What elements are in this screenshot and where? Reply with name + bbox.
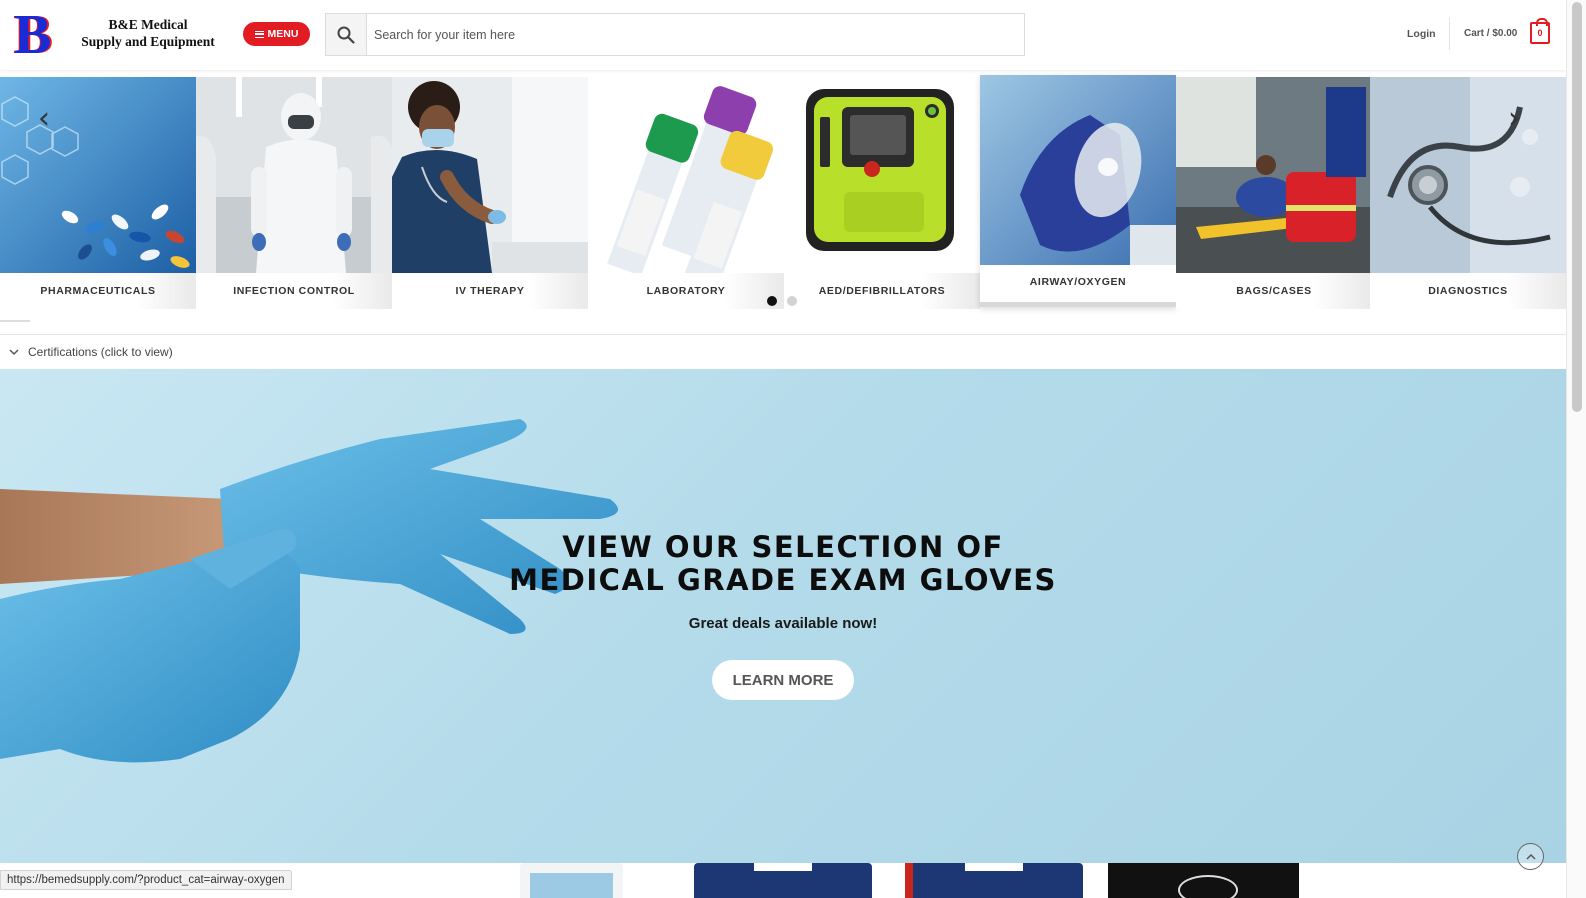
slider-dot-1[interactable] — [767, 296, 777, 306]
category-image-pharmaceuticals — [0, 77, 196, 273]
logo-letter: B — [14, 4, 52, 66]
search-button[interactable] — [326, 14, 367, 55]
chevron-up-icon — [1525, 853, 1536, 860]
learn-more-button[interactable]: LEARN MORE — [712, 660, 854, 700]
header-divider — [1449, 18, 1450, 50]
banner-title: VIEW OUR SELECTION OF MEDICAL GRADE EXAM… — [443, 531, 1123, 597]
category-label: AIRWAY/OXYGEN — [980, 265, 1176, 299]
category-card-infection-control[interactable]: INFECTION CONTROL — [196, 77, 392, 309]
login-link[interactable]: Login — [1407, 28, 1436, 40]
back-to-top-button[interactable] — [1517, 843, 1544, 870]
category-image-aed — [784, 77, 980, 273]
category-card-iv-therapy[interactable]: IV THERAPY — [392, 77, 588, 309]
search-bar — [325, 13, 1025, 56]
site-header: B B&E MedicalSupply and Equipment MENU L… — [0, 0, 1566, 70]
category-image-bags-cases — [1176, 77, 1372, 273]
certifications-toggle[interactable]: Certifications (click to view) — [0, 334, 1566, 369]
category-card-laboratory[interactable]: LABORATORY — [588, 77, 784, 309]
category-card-diagnostics[interactable]: DIAGNOSTICS — [1370, 77, 1566, 309]
category-label: DIAGNOSTICS — [1370, 273, 1566, 309]
product-peek-3[interactable] — [905, 863, 1083, 898]
category-card-bags-cases[interactable]: BAGS/CASES — [1176, 77, 1372, 309]
category-card-aed-defibrillators[interactable]: AED/DEFIBRILLATORS — [784, 77, 980, 309]
slider-next-arrow[interactable]: › — [1508, 101, 1520, 136]
product-peek-1[interactable] — [520, 863, 623, 898]
slider-dots — [767, 296, 797, 306]
slider-prev-arrow[interactable]: ‹ — [38, 101, 50, 136]
product-peek-2[interactable] — [694, 863, 872, 898]
slider-scroll-indicator — [0, 320, 30, 322]
menu-button[interactable]: MENU — [243, 22, 310, 46]
category-label: AED/DEFIBRILLATORS — [784, 273, 980, 309]
category-image-infection-control — [196, 77, 392, 273]
category-image-laboratory — [588, 77, 784, 273]
category-card-pharmaceuticals[interactable]: PHARMACEUTICALS — [0, 77, 196, 309]
category-card-airway-oxygen[interactable]: AIRWAY/OXYGEN — [980, 75, 1176, 307]
category-label: PHARMACEUTICALS — [0, 273, 196, 309]
banner-title-line2: MEDICAL GRADE EXAM GLOVES — [509, 563, 1057, 597]
search-icon — [337, 26, 355, 44]
menu-bars-icon — [254, 30, 264, 38]
banner-subtitle: Great deals available now! — [688, 615, 878, 632]
search-input[interactable] — [368, 14, 1024, 55]
product-peek-4[interactable] — [1108, 863, 1299, 898]
site-logo[interactable]: B B&E Medical Supply and Equipment — [14, 4, 215, 66]
banner-title-line1: VIEW OUR SELECTION OF — [562, 530, 1004, 564]
menu-button-label: MENU — [267, 28, 299, 40]
category-image-airway-oxygen — [980, 75, 1176, 265]
gloves-banner: VIEW OUR SELECTION OF MEDICAL GRADE EXAM… — [0, 369, 1566, 863]
slider-dot-2[interactable] — [787, 296, 797, 306]
category-image-iv-therapy — [392, 77, 588, 273]
scrollbar-thumb[interactable] — [1572, 2, 1582, 412]
category-label: LABORATORY — [588, 273, 784, 309]
cart-bag-icon[interactable]: 0 — [1530, 18, 1550, 44]
page-scrollbar[interactable] — [1566, 0, 1586, 898]
status-bar-url: https://bemedsupply.com/?product_cat=air… — [0, 870, 292, 890]
category-label: INFECTION CONTROL — [196, 273, 392, 309]
cart-count-badge: 0 — [1537, 28, 1543, 38]
category-slider: PHARMACEUTICALS INFECTION CONTROL IV THE… — [0, 75, 1566, 310]
chevron-down-icon — [9, 349, 19, 356]
certifications-label: Certifications (click to view) — [28, 345, 173, 359]
logo-text: B&E Medical Supply and Equipment — [81, 17, 215, 49]
category-label: IV THERAPY — [392, 273, 588, 309]
category-label: BAGS/CASES — [1176, 273, 1372, 309]
category-image-diagnostics — [1370, 77, 1566, 273]
cart-link[interactable]: Cart / $0.00 — [1464, 28, 1517, 39]
